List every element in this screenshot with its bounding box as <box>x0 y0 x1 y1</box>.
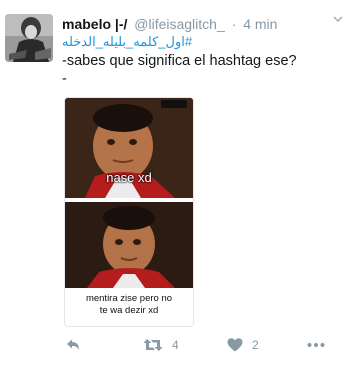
tweet-text-line: -sabes que significa el hashtag ese? <box>62 53 297 69</box>
reply-icon <box>64 336 82 354</box>
media-image[interactable]: nase xd mentira zise pero no te wa dezir… <box>64 97 194 327</box>
user-handle[interactable]: @lifeisaglitch_ <box>134 16 224 32</box>
meme-caption-bottom-line: mentira zise pero no <box>85 293 173 304</box>
tweet-card: mabelo |-/ @lifeisaglitch_ · 4 min #اول_… <box>0 0 353 366</box>
tweet-actions: 4 2 <box>0 333 353 357</box>
hashtag-link[interactable]: #اول_كلمه_بليله_الدخله <box>62 34 192 50</box>
avatar[interactable] <box>5 14 53 62</box>
heart-icon <box>226 336 244 354</box>
retweet-count: 4 <box>172 338 179 352</box>
more-icon <box>306 336 326 354</box>
separator-dot: · <box>231 16 237 32</box>
avatar-image <box>5 14 53 62</box>
meme-panel-top: nase xd <box>65 98 193 198</box>
retweet-button[interactable]: 4 <box>142 333 179 357</box>
tweet-header: mabelo |-/ @lifeisaglitch_ · 4 min <box>62 15 277 33</box>
retweet-icon <box>142 336 164 354</box>
meme-caption-top: nase xd <box>106 170 152 185</box>
chevron-down-icon[interactable] <box>331 12 345 26</box>
display-name[interactable]: mabelo |-/ <box>62 16 127 32</box>
meme-panel-bottom <box>65 202 193 288</box>
like-count: 2 <box>252 338 259 352</box>
more-options-button[interactable] <box>306 333 326 357</box>
meme-caption-bottom-line: te wa dezir xd <box>99 305 159 316</box>
meme-caption-bottom: mentira zise pero no te wa dezir xd <box>65 288 193 326</box>
timestamp[interactable]: 4 min <box>243 16 277 32</box>
tweet-text-line: - <box>62 71 67 87</box>
reply-button[interactable] <box>64 333 82 357</box>
like-button[interactable]: 2 <box>226 333 259 357</box>
